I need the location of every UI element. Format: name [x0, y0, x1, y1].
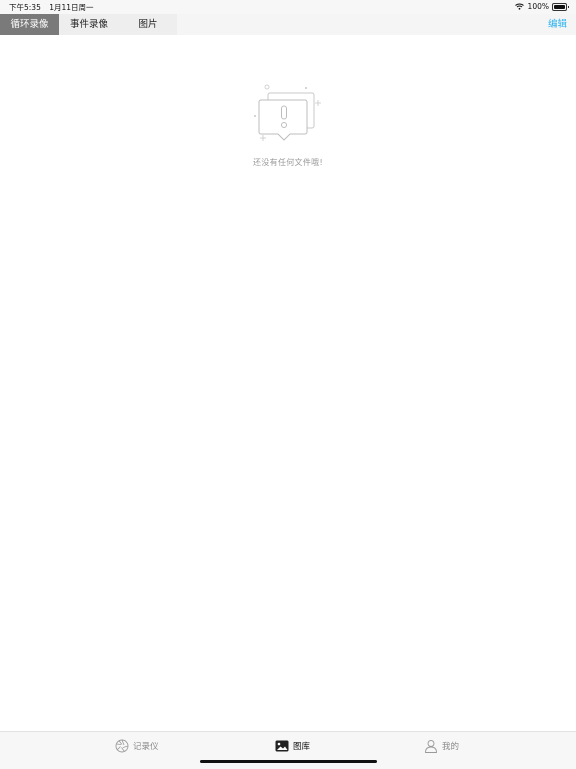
status-left: 下午5:35 1月11日周一: [9, 2, 100, 13]
status-time: 下午5:35: [9, 3, 41, 12]
empty-message: 还没有任何文件哦!: [253, 158, 323, 167]
tab-profile-label: 我的: [442, 742, 460, 752]
status-right: 100%: [514, 2, 569, 11]
status-bar: 下午5:35 1月11日周一 100%: [0, 0, 576, 14]
tab-gallery[interactable]: 图库: [275, 738, 310, 754]
tab-recorder-label: 记录仪: [133, 742, 159, 752]
tab-event-recording[interactable]: 事件录像: [59, 14, 119, 35]
tab-gallery-label: 图库: [293, 742, 311, 752]
aperture-icon: [115, 739, 129, 753]
tab-loop-recording[interactable]: 循环录像: [0, 14, 59, 35]
bottom-tab-bar: 记录仪 图库 我的: [0, 731, 576, 769]
user-icon: [425, 740, 437, 753]
battery-percent: 100%: [527, 2, 549, 11]
segment-control: 循环录像 事件录像 图片: [0, 14, 177, 35]
status-date: 1月11日周一: [49, 3, 94, 12]
gallery-icon: [275, 740, 289, 752]
wifi-icon: [514, 3, 524, 10]
tab-pictures[interactable]: 图片: [119, 14, 177, 35]
edit-button[interactable]: 编辑: [548, 14, 567, 35]
battery-icon: [552, 2, 569, 11]
empty-notice-icon: [254, 84, 321, 141]
top-bar: 循环录像 事件录像 图片 编辑: [0, 14, 576, 35]
tab-profile[interactable]: 我的: [424, 738, 459, 754]
tab-recorder[interactable]: 记录仪: [115, 738, 159, 754]
home-indicator: [200, 760, 377, 763]
